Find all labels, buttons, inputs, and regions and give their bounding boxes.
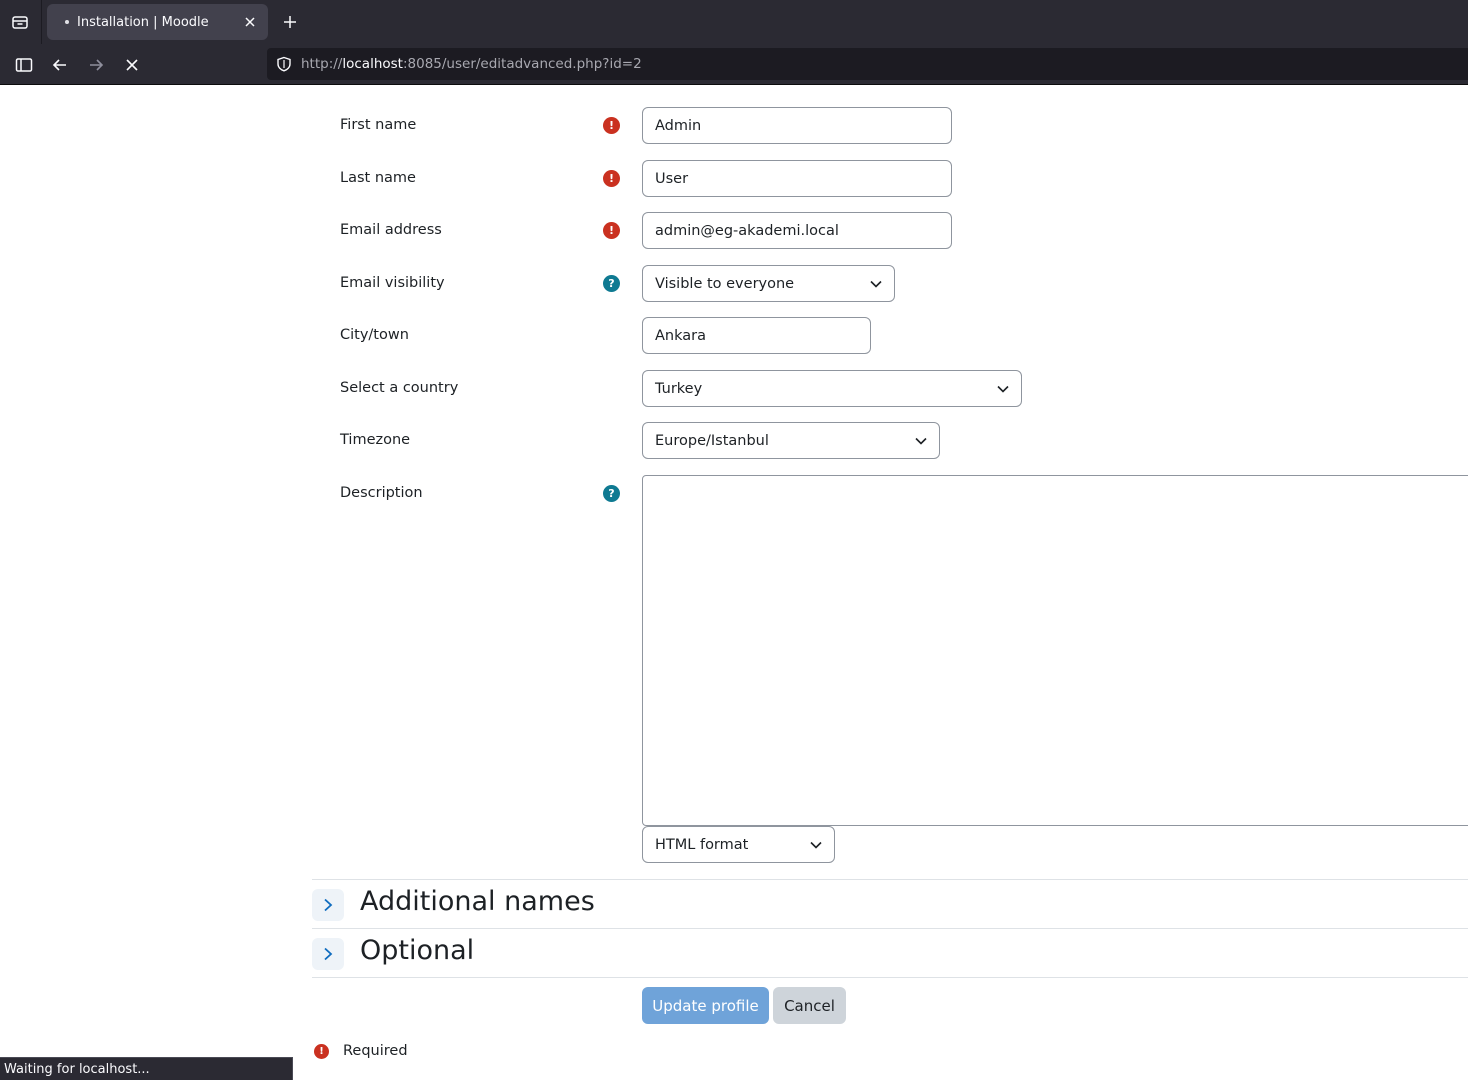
additional-names-title[interactable]: Additional names (360, 886, 595, 917)
optional-section[interactable]: Optional (312, 928, 1468, 978)
city-row: City/town Ankara (340, 317, 1468, 355)
email-visibility-row: Email visibility ? Visible to everyone (340, 265, 1468, 303)
optional-title[interactable]: Optional (360, 935, 474, 966)
required-legend-text: Required (343, 1043, 408, 1059)
url-scheme: http:// (301, 56, 343, 72)
browser-status-bar: Waiting for localhost... (0, 1057, 293, 1080)
description-label: Description (340, 485, 423, 501)
email-label: Email address (340, 222, 442, 238)
browser-nav-bar: http://localhost:8085/user/editadvanced.… (0, 44, 1468, 85)
loading-icon (65, 20, 69, 24)
page-content: First name ! Admin Last name ! User Emai… (0, 85, 1468, 1080)
timezone-label: Timezone (340, 432, 411, 448)
last-name-label: Last name (340, 170, 416, 186)
url-path: :8085/user/editadvanced.php?id=2 (402, 56, 642, 72)
city-label: City/town (340, 327, 409, 343)
required-icon: ! (603, 222, 620, 239)
close-tab-icon[interactable] (240, 12, 260, 32)
email-visibility-value: Visible to everyone (655, 275, 795, 292)
update-profile-button[interactable]: Update profile (642, 987, 769, 1024)
email-input[interactable]: admin@eg-akademi.local (642, 212, 952, 249)
country-value: Turkey (655, 380, 703, 397)
description-format-value: HTML format (655, 836, 749, 853)
required-legend: ! Required (314, 1043, 408, 1059)
email-row: Email address ! admin@eg-akademi.local (340, 212, 1468, 250)
timezone-select[interactable]: Europe/Istanbul (642, 422, 940, 459)
chevron-down-icon (997, 385, 1009, 393)
url-host: localhost (342, 56, 403, 72)
help-icon[interactable]: ? (603, 485, 620, 502)
chevron-down-icon (810, 841, 822, 849)
country-select[interactable]: Turkey (642, 370, 1022, 407)
tab-title: Installation | Moodle (77, 14, 209, 30)
tab-bar-divider (41, 0, 42, 44)
first-name-input[interactable]: Admin (642, 107, 952, 144)
browser-tab-bar: Installation | Moodle (0, 0, 1468, 44)
address-bar[interactable]: http://localhost:8085/user/editadvanced.… (267, 48, 1468, 80)
email-visibility-label: Email visibility (340, 275, 445, 291)
chevron-down-icon (870, 280, 882, 288)
sidebar-toggle-icon[interactable] (10, 51, 38, 79)
country-row: Select a country Turkey (340, 370, 1468, 408)
last-name-input[interactable]: User (642, 160, 952, 197)
first-name-label: First name (340, 117, 417, 133)
chevron-right-icon[interactable] (312, 938, 344, 970)
back-arrow-icon[interactable] (46, 51, 74, 79)
description-format-select[interactable]: HTML format (642, 826, 835, 863)
help-icon[interactable]: ? (603, 275, 620, 292)
chevron-down-icon (915, 437, 927, 445)
forward-arrow-icon[interactable] (82, 51, 110, 79)
timezone-value: Europe/Istanbul (655, 432, 769, 449)
required-icon: ! (603, 117, 620, 134)
url-text: http://localhost:8085/user/editadvanced.… (301, 56, 642, 72)
timezone-row: Timezone Europe/Istanbul (340, 422, 1468, 460)
stop-loading-icon[interactable] (118, 51, 146, 79)
city-input[interactable]: Ankara (642, 317, 871, 354)
tracking-protection-shield-icon[interactable] (275, 55, 293, 73)
last-name-row: Last name ! User (340, 160, 1468, 198)
tab-list-icon[interactable] (8, 10, 32, 34)
chevron-right-icon[interactable] (312, 889, 344, 921)
required-icon: ! (603, 170, 620, 187)
section-divider (312, 977, 1468, 978)
email-visibility-select[interactable]: Visible to everyone (642, 265, 895, 302)
additional-names-section[interactable]: Additional names (312, 879, 1468, 929)
required-icon: ! (314, 1043, 329, 1059)
cancel-button[interactable]: Cancel (773, 987, 846, 1024)
description-editor[interactable] (642, 475, 1468, 826)
browser-tab-active[interactable]: Installation | Moodle (47, 4, 268, 40)
description-format-row: HTML format (340, 826, 1468, 864)
first-name-row: First name ! Admin (340, 107, 1468, 145)
new-tab-icon[interactable] (278, 10, 302, 34)
country-label: Select a country (340, 380, 459, 396)
